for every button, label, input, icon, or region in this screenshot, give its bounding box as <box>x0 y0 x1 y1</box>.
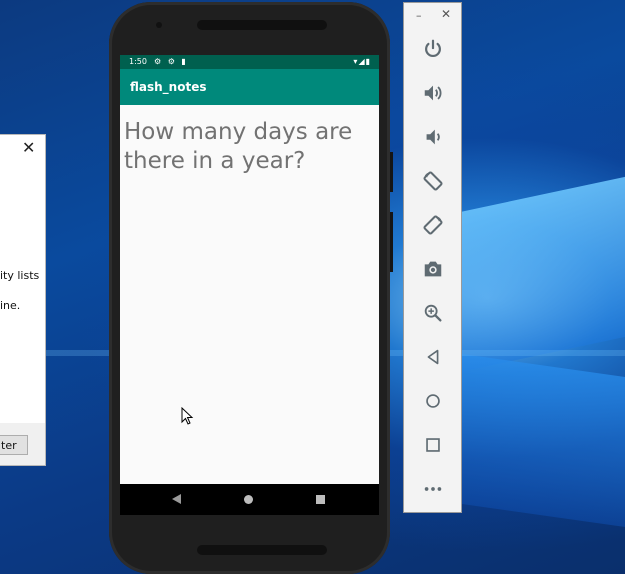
camera-icon[interactable] <box>419 255 447 283</box>
side-button <box>390 212 393 272</box>
power-icon[interactable] <box>419 35 447 63</box>
dialog-close-icon[interactable]: ✕ <box>22 140 36 156</box>
status-system-icons: ▾◢▮ <box>353 57 371 66</box>
back-icon[interactable] <box>419 343 447 371</box>
overview-icon[interactable] <box>419 431 447 459</box>
toolbar-minimize-icon[interactable]: – <box>416 9 422 22</box>
bottom-speaker <box>197 545 327 555</box>
toolbar-close-icon[interactable]: ✕ <box>441 7 451 21</box>
nav-recents-icon[interactable] <box>316 495 325 504</box>
nav-back-icon[interactable] <box>172 494 181 504</box>
volume-up-icon[interactable] <box>419 79 447 107</box>
app-title: flash_notes <box>130 80 207 94</box>
windows-logo-pane-bottom <box>455 353 625 527</box>
emulator-toolbar: – ✕ <box>403 2 462 513</box>
dialog-footer: ter <box>0 423 45 465</box>
status-time: 1:50 <box>129 57 147 66</box>
nav-home-icon[interactable] <box>244 495 253 504</box>
side-button <box>390 152 393 192</box>
background-dialog: ✕ ity lists ine. ter <box>0 134 46 466</box>
status-bar: 1:50 ⚙ ⚙ ▮ ▾◢▮ <box>120 55 379 69</box>
rotate-right-icon[interactable] <box>419 211 447 239</box>
front-camera <box>156 22 162 28</box>
status-notification-icons: ⚙ ⚙ ▮ <box>154 57 188 66</box>
dialog-button[interactable]: ter <box>0 435 28 455</box>
app-bar: flash_notes <box>120 69 379 105</box>
dialog-text-line: ine. <box>0 299 21 312</box>
windows-logo-pane-top <box>455 176 625 374</box>
home-icon[interactable] <box>419 387 447 415</box>
rotate-left-icon[interactable] <box>419 167 447 195</box>
more-icon[interactable] <box>419 475 447 503</box>
dialog-text-line: ity lists <box>0 269 40 282</box>
volume-down-icon[interactable] <box>419 123 447 151</box>
earpiece-speaker <box>197 20 327 30</box>
mouse-cursor-icon <box>181 407 194 425</box>
android-nav-bar <box>120 484 379 515</box>
flashcard-question[interactable]: How many days are there in a year? <box>124 118 374 176</box>
zoom-icon[interactable] <box>419 299 447 327</box>
phone-screen: 1:50 ⚙ ⚙ ▮ ▾◢▮ flash_notes How many days… <box>120 55 379 515</box>
